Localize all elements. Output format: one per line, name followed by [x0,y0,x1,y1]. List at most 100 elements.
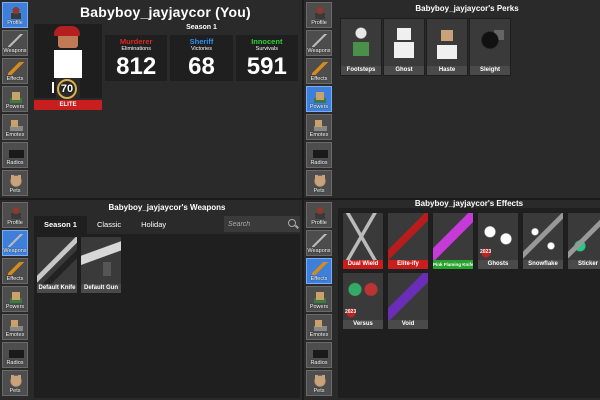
nav-effects[interactable]: Effects [306,258,332,284]
tab-season-1[interactable]: Season 1 [34,216,87,234]
red-knife-icon [388,213,428,260]
pet-icon [312,174,328,187]
weapon-label: Default Gun [81,284,121,293]
side-nav: Profile Weapons Effects Powers Emotes Ra… [306,0,334,196]
perk-card-haste[interactable]: Haste [426,18,468,76]
nav-powers[interactable]: Powers [306,286,332,312]
nav-emotes[interactable]: Emotes [2,114,28,140]
gun-icon [81,237,121,284]
effect-card-void[interactable]: Void [387,272,429,330]
knife-icon [8,34,24,47]
footsteps-icon [341,19,381,66]
effect-label: Sticker [568,260,600,269]
stat-subtitle: Eliminations [121,46,151,52]
ghost-icon [384,19,424,66]
nav-radios[interactable]: Radios [306,342,332,368]
nav-pets[interactable]: Pets [306,370,332,396]
effects-knife-icon [312,262,328,275]
effect-card-snowflake[interactable]: Snowflake [522,212,564,270]
level-indicator: 70 [52,79,77,99]
perks-title: Babyboy_jayjaycor's Perks [415,4,519,13]
radio-icon [312,346,328,359]
effect-label: Dual Wield [343,260,383,269]
nav-profile[interactable]: Profile [306,2,332,28]
search-icon[interactable] [288,219,296,227]
perk-card-footsteps[interactable]: Footsteps [340,18,382,76]
nav-weapons[interactable]: Weapons [2,30,28,56]
knife-icon [312,34,328,47]
side-nav: Profile Weapons Effects Powers Emotes Ra… [2,0,30,196]
nav-weapons[interactable]: Weapons [2,230,28,256]
effect-label: Versus [343,320,383,329]
effect-label: Snowflake [523,260,563,269]
knife-icon [312,234,328,247]
nav-weapons[interactable]: Weapons [306,230,332,256]
nav-pets[interactable]: Pets [2,370,28,396]
nav-powers[interactable]: Powers [2,86,28,112]
nav-profile[interactable]: Profile [2,202,28,228]
perk-card-ghost[interactable]: Ghost [383,18,425,76]
weapon-card-default-gun[interactable]: Default Gun [80,236,122,294]
side-nav: Profile Weapons Effects Powers Emotes Ra… [2,200,30,396]
powers-icon [8,290,24,303]
nav-pets[interactable]: Pets [2,170,28,196]
effect-card-pink-flaming-knife[interactable]: Pink Flaming Knife [432,212,474,270]
profile-panel: Profile Weapons Effects Powers Emotes Ra… [0,0,302,198]
effects-knife-icon [8,62,24,75]
effect-card-dual-wield[interactable]: Dual Wield [342,212,384,270]
profile-icon [8,206,24,219]
powers-icon [8,90,24,103]
stat-sheriff: Sheriff Victories 68 [170,35,233,81]
stat-murderer: Murderer Eliminations 812 [105,35,168,81]
nav-effects[interactable]: Effects [2,58,28,84]
radio-icon [8,346,24,359]
nav-effects[interactable]: Effects [306,58,332,84]
powers-icon [312,290,328,303]
stat-innocent: Innocent Survivals 591 [235,35,298,81]
pet-icon [312,374,328,387]
effect-card-ghosts[interactable]: 2023 Ghosts [477,212,519,270]
effects-knife-icon [312,62,328,75]
nav-weapons[interactable]: Weapons [306,30,332,56]
dual-knives-icon [343,213,383,260]
perk-card-sleight[interactable]: Sleight [469,18,511,76]
nav-radios[interactable]: Radios [306,142,332,168]
stat-value: 591 [246,53,287,80]
effect-card-sticker[interactable]: Sticker [567,212,600,270]
elite-badge: ELITE [34,100,102,110]
stats-row: Murderer Eliminations 812 Sheriff Victor… [105,35,298,81]
perk-label: Haste [427,66,467,75]
nav-profile[interactable]: Profile [306,202,332,228]
profile-icon [312,206,328,219]
nav-effects[interactable]: Effects [2,258,28,284]
nav-pets[interactable]: Pets [306,170,332,196]
sticker-icon [568,213,600,260]
weapon-card-default-knife[interactable]: Default Knife [36,236,78,294]
avatar-body [54,50,82,78]
year-badge: 2023 [480,249,492,255]
nav-powers[interactable]: Powers [2,286,28,312]
nav-emotes[interactable]: Emotes [2,314,28,340]
knife-icon [8,234,24,247]
emotes-icon [312,318,328,331]
effect-label: Ghosts [478,260,518,269]
nav-emotes[interactable]: Emotes [306,314,332,340]
flaming-knife-icon [433,213,473,260]
tab-holiday[interactable]: Holiday [131,216,177,234]
emotes-icon [8,118,24,131]
effect-card-versus[interactable]: 2023 Versus [342,272,384,330]
effect-label: Elite-ify [388,260,428,269]
effect-card-elite-ify[interactable]: Elite-ify [387,212,429,270]
divider-horizontal [0,198,600,200]
tab-classic[interactable]: Classic [86,216,132,234]
nav-radios[interactable]: Radios [2,342,28,368]
nav-profile[interactable]: Profile [2,2,28,28]
perk-label: Sleight [470,66,510,75]
nav-powers[interactable]: Powers [306,86,332,112]
nav-emotes[interactable]: Emotes [306,114,332,140]
perk-label: Footsteps [341,66,381,75]
nav-radios[interactable]: Radios [2,142,28,168]
weapons-title: Babyboy_jayjaycor's Weapons [108,203,226,212]
pet-icon [8,174,24,187]
effects-knife-icon [8,262,24,275]
